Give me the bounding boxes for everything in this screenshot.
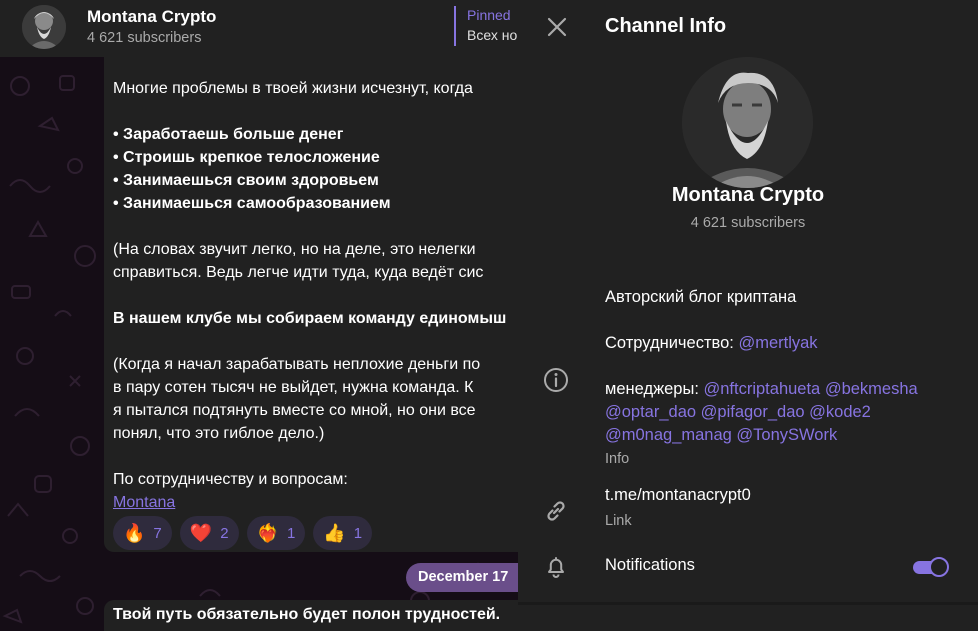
chat-subscribers: 4 621 subscribers [87,30,202,46]
heart-icon: ❤️ [189,523,213,543]
reaction-count: 2 [220,524,229,542]
link-caption: Link [605,513,632,529]
message-line: • Занимаешься своим здоровьем [113,172,379,189]
fire-icon: 🔥 [123,523,146,543]
reaction-heart-on-fire[interactable]: ❤️‍🔥 1 [246,516,306,550]
mention-link[interactable]: @m0nag_manag @TonySWork [605,424,965,447]
mention-link[interactable]: @optar_dao @pifagor_dao @kode2 [605,401,965,424]
pinned-label: Pinned [467,7,511,23]
info-caption: Info [605,451,630,467]
message-line: (На словах звучит легко, но на деле, это… [113,241,476,258]
reaction-heart[interactable]: ❤️ 2 [179,516,239,550]
panel-title: Channel Info [605,15,727,37]
info-icon [544,368,568,392]
message-line: понял, что это гиблое дело.) [113,425,325,442]
pinned-text: Всех но [467,27,518,43]
notifications-toggle[interactable] [913,557,950,577]
channel-avatar[interactable] [22,5,66,49]
bell-icon [548,557,564,578]
close-button[interactable] [543,13,571,41]
date-separator[interactable]: December 17 [406,563,536,592]
message-line: В нашем клубе мы собираем команду едином… [113,310,507,327]
channel-subscribers: 4 621 subscribers [690,215,806,231]
managers-label: менеджеры: [605,380,704,398]
notifications-label: Notifications [605,556,695,574]
chat-header: Montana Crypto 4 621 subscribers Pinned … [0,0,518,57]
channel-info-panel: Channel Info Montana Crypto 4 621 subscr… [518,0,978,631]
montana-link[interactable]: Montana [113,494,175,511]
channel-description: Авторский блог криптана Сотрудничество: … [605,286,965,447]
channel-name: Montana Crypto [671,184,825,206]
message-line: я пытался подтянуть вместе со мной, но о… [113,402,476,419]
reaction-count: 7 [153,524,162,542]
reaction-thumbs-up[interactable]: 👍 1 [313,516,373,550]
reaction-count: 1 [286,524,296,542]
cooperation-label: Сотрудничество: [605,334,739,352]
message-line: Твой путь обязательно будет полон трудно… [113,606,501,623]
message-line: По сотрудничеству и вопросам: [113,471,348,488]
message-line: в пару сотен тысяч не выйдет, нужна кома… [113,379,474,396]
divider [518,602,978,605]
message-bubble-2[interactable]: Твой путь обязательно будет полон трудно… [104,600,518,631]
message-line: • Строишь крепкое телосложение [113,149,380,166]
heart-on-fire-icon: ❤️‍🔥 [256,523,279,543]
thumbs-up-icon: 👍 [323,523,346,543]
message-line: • Заработаешь больше денег [113,126,344,143]
message-line: (Когда я начал зарабатывать неплохие ден… [113,356,481,373]
chat-title[interactable]: Montana Crypto [87,7,216,27]
message-line: Многие проблемы в твоей жизни исчезнут, … [113,80,473,97]
close-icon [547,17,567,37]
channel-photo[interactable] [682,57,813,188]
message-line: справиться. Ведь легче идти туда, куда в… [113,264,484,281]
mention-link[interactable]: @nftcriptahueta @bekmesha [704,380,918,398]
link-icon [547,501,565,521]
reaction-count: 1 [353,524,363,542]
date-label: December 17 [418,569,509,585]
chat-area: Montana Crypto 4 621 subscribers Pinned … [0,0,518,631]
reaction-fire[interactable]: 🔥 7 [113,516,172,550]
description-text: Авторский блог криптана [605,288,797,306]
mention-link[interactable]: @mertlyak [738,334,817,352]
pinned-message[interactable]: Pinned Всех но [454,6,518,46]
channel-link[interactable]: t.me/montanacrypt0 [605,486,751,505]
message-bubble[interactable]: Многие проблемы в твоей жизни исчезнут, … [104,57,518,552]
message-line: • Занимаешься самообразованием [113,195,391,212]
reactions-bar: 🔥 7 ❤️ 2 ❤️‍🔥 1 👍 1 [113,516,373,550]
